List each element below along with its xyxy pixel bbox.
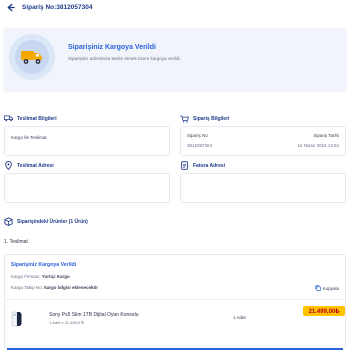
order-status-banner: Siparişiniz Kargoya Verildi Siparişiniz … — [3, 28, 347, 92]
divider — [5, 299, 345, 300]
console-icon — [11, 311, 22, 327]
order-info-card: Sipariş No 3812057304 Sipariş Tarihi 16 … — [180, 126, 346, 156]
delivery-info-card: Kargo İle Teslimat — [4, 126, 170, 156]
order-info-heading: Sipariş Bilgileri — [180, 114, 229, 123]
delivery-method: Kargo İle Teslimat — [11, 135, 47, 140]
status-description: Siparişiniz adresinize teslim etmek üzer… — [68, 56, 181, 61]
status-title: Siparişiniz Kargoya Verildi — [68, 44, 156, 51]
arrow-left-icon — [7, 3, 15, 11]
order-no-label: Sipariş No — [187, 133, 208, 138]
tracking-row: Kargo Takip No: kargo bilgisi eklenecekt… — [11, 285, 98, 290]
product-unit-price: 1 Adet x 21.499,0 ₺ — [49, 320, 84, 325]
cargo-company-row: Kargo Firması: Yurtiçi Kargo — [11, 274, 70, 279]
copy-icon — [315, 285, 321, 291]
truck-icon — [21, 51, 42, 64]
shipment-card: Siparişiniz Kargoya Verildi Kargo Firmas… — [4, 254, 346, 350]
tracking-value: kargo bilgisi eklenecektir — [44, 285, 98, 290]
product-quantity: 1 Adet — [233, 315, 246, 320]
cart-icon — [180, 114, 189, 123]
delivery-info-heading: Teslimat Bilgileri — [4, 114, 57, 123]
product-name[interactable]: Sony Ps5 Slim 1TB Dijital Oyun Konsolu — [49, 312, 138, 318]
invoice-address-heading: Fatura Adresi — [180, 161, 225, 170]
document-icon — [180, 161, 189, 170]
products-heading: Siparişindeki Ürünler (1 Ürün) — [4, 217, 88, 226]
copy-button[interactable]: Kopyala — [315, 285, 339, 291]
cargo-company-value: Yurtiçi Kargo — [41, 274, 70, 279]
location-pin-icon — [4, 161, 13, 170]
box-icon — [4, 217, 13, 226]
truck-icon — [4, 114, 13, 123]
order-date-value: 16 Nisan 2024 13:52 — [297, 143, 339, 148]
shipment-status-title: Siparişiniz Kargoya Verildi — [11, 262, 77, 268]
page-title: Sipariş No:3812057304 — [22, 3, 93, 11]
product-price: 21.499,00₺ — [303, 306, 345, 316]
delivery-address-heading: Teslimat Adresi — [4, 161, 54, 170]
order-date-label: Sipariş Tarihi — [313, 133, 339, 138]
back-button[interactable] — [3, 0, 17, 14]
product-image[interactable] — [10, 310, 24, 328]
invoice-address-card[interactable] — [180, 173, 346, 203]
delivery-group-label: 1. Teslimat — [4, 239, 28, 245]
order-no-value: 3812057304 — [187, 143, 213, 148]
header: Sipariş No:3812057304 — [0, 0, 350, 14]
status-icon-circle — [9, 34, 55, 80]
delivery-address-card[interactable] — [4, 173, 170, 203]
